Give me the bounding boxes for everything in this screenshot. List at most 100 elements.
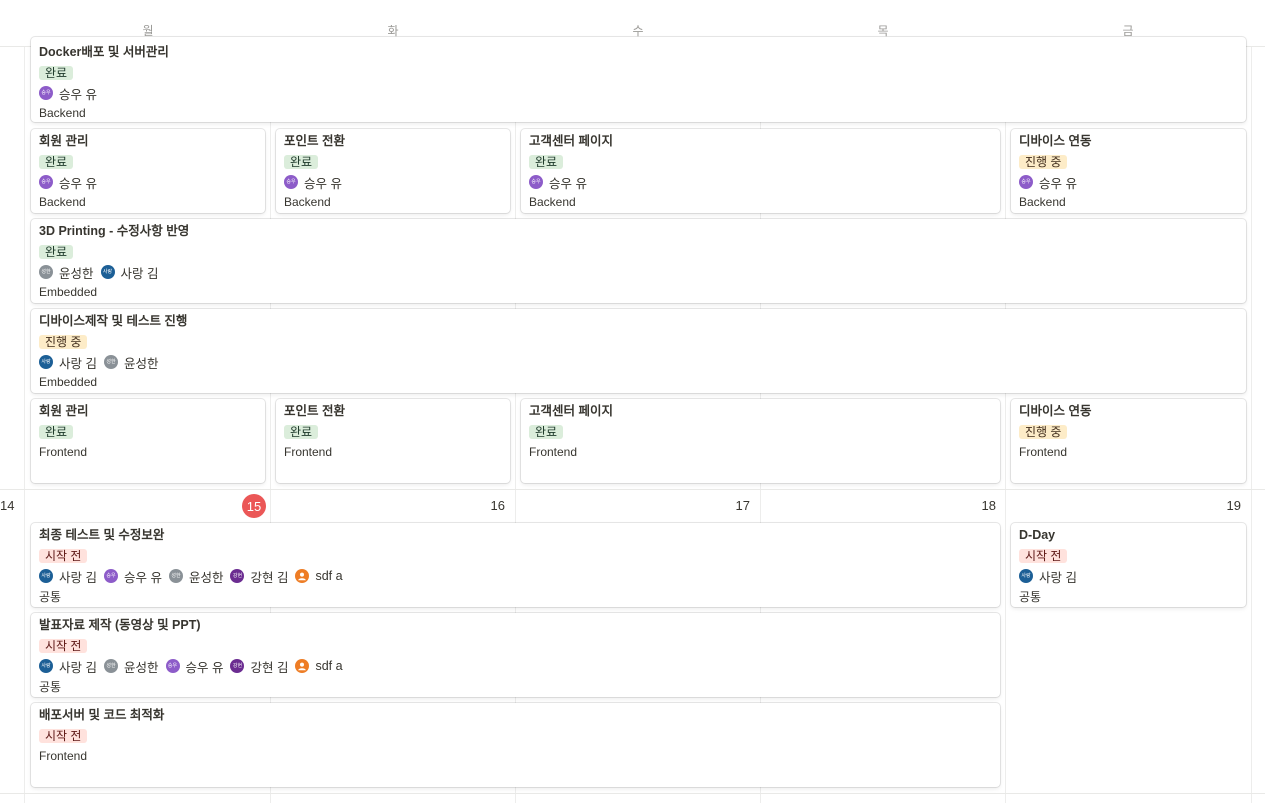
avatar: 사랑 — [100, 265, 115, 279]
category-label: Backend — [284, 195, 331, 209]
assignee-name: 강현 김 — [250, 570, 289, 585]
assignee-name: 승우 유 — [1039, 176, 1077, 191]
assignee: 성한 윤성한 — [39, 263, 94, 282]
status-badge: 완료 — [529, 155, 564, 169]
event-title: 고객센터 페이지 — [529, 134, 613, 148]
grid-line — [24, 47, 25, 803]
event-title: 3D Printing - 수정사항 반영 — [39, 224, 190, 238]
event-title: D-Day — [1019, 528, 1056, 542]
event-title: 디바이스 연동 — [1019, 134, 1092, 148]
avatar: 성한 — [39, 265, 53, 279]
assignee: 성한 윤성한 — [168, 567, 224, 586]
assignee: 사랑 사랑 김 — [100, 263, 159, 282]
assignee: 성한 윤성한 — [103, 657, 159, 676]
assignee: 승우 승우 유 — [529, 173, 587, 192]
status-badge: 완료 — [39, 245, 74, 259]
assignee: 승우 승우 유 — [39, 84, 97, 103]
assignee: 승우 승우 유 — [165, 657, 224, 676]
assignee-name: 윤성한 — [59, 266, 94, 281]
assignee-name: 승우 유 — [59, 176, 97, 191]
assignee-name: 승우 유 — [185, 660, 224, 675]
category-label: Frontend — [529, 445, 578, 459]
assignee-name: 승우 유 — [304, 176, 342, 191]
status-badge: 완료 — [529, 425, 564, 439]
user-icon — [295, 659, 310, 673]
assignee-name: 승우 유 — [59, 87, 97, 102]
status-badge: 완료 — [39, 155, 74, 169]
status-badge: 완료 — [39, 425, 74, 439]
user-icon — [295, 569, 310, 583]
event-card[interactable]: 배포서버 및 코드 최적화 시작 전 Frontend — [31, 703, 1000, 787]
category-label: Backend — [529, 195, 576, 209]
category-label: Backend — [39, 195, 86, 209]
assignee: 사랑 사랑 김 — [1019, 567, 1077, 586]
event-title: 배포서버 및 코드 최적화 — [39, 708, 165, 722]
status-badge: 완료 — [284, 425, 319, 439]
assignee-name: 사랑 김 — [120, 266, 159, 281]
event-card[interactable]: 회원 관리 완료 승우 승우 유 Backend — [31, 129, 265, 213]
event-title: 포인트 전환 — [284, 134, 345, 148]
avatar: 성한 — [103, 659, 118, 673]
date-number[interactable]: 17 — [720, 498, 750, 513]
event-card[interactable]: 회원 관리 완료 Frontend — [31, 399, 265, 483]
avatar: 승우 — [284, 175, 298, 189]
assignee-name: 윤성한 — [188, 570, 224, 585]
avatar: 강현 — [230, 659, 245, 673]
assignee: 강현 강현 김 — [230, 657, 288, 676]
event-card[interactable]: 포인트 전환 완료 Frontend — [276, 399, 510, 483]
status-badge: 진행 중 — [1019, 425, 1068, 439]
category-label: Frontend — [284, 445, 333, 459]
assignee-name: sdf a — [315, 569, 343, 583]
category-label: Backend — [39, 106, 86, 120]
status-badge: 시작 전 — [39, 639, 88, 653]
category-label: 공통 — [39, 589, 62, 604]
event-card[interactable]: 고객센터 페이지 완료 승우 승우 유 Backend — [521, 129, 1000, 213]
category-label: Embedded — [39, 375, 98, 389]
avatar: 성한 — [168, 569, 183, 583]
category-label: Frontend — [39, 445, 88, 459]
assignee: 승우 승우 유 — [103, 567, 162, 586]
assignee-name: 사랑 김 — [59, 660, 97, 675]
category-label: Frontend — [39, 749, 88, 763]
assignee: 승우 승우 유 — [284, 173, 342, 192]
event-card[interactable]: 고객센터 페이지 완료 Frontend — [521, 399, 1000, 483]
avatar: 강현 — [230, 569, 245, 583]
assignee: 사랑 사랑 김 — [39, 353, 97, 372]
avatar: 승우 — [39, 86, 53, 100]
date-number[interactable]: 16 — [475, 498, 505, 513]
avatar: 승우 — [1019, 175, 1033, 189]
date-number[interactable]: 18 — [966, 498, 996, 513]
assignee-name: 사랑 김 — [1039, 570, 1077, 585]
today-date[interactable]: 15 — [242, 494, 266, 518]
event-card[interactable]: 포인트 전환 완료 승우 승우 유 Backend — [276, 129, 510, 213]
assignee: 승우 승우 유 — [39, 173, 97, 192]
event-card[interactable]: 최종 테스트 및 수정보완 시작 전 사랑 사랑 김 승우 승우 유 성한 윤성한 강… — [31, 523, 1000, 607]
assignee-name: 승우 유 — [123, 570, 162, 585]
assignee-name: 사랑 김 — [59, 570, 97, 585]
event-title: 회원 관리 — [39, 404, 89, 418]
avatar: 사랑 — [39, 569, 53, 583]
avatar: 승우 — [529, 175, 543, 189]
avatar: 사랑 — [39, 659, 53, 673]
grid-line — [1251, 47, 1252, 803]
category-label: Backend — [1019, 195, 1066, 209]
avatar: 승우 — [103, 569, 118, 583]
event-card[interactable]: 발표자료 제작 (동영상 및 PPT) 시작 전 사랑 사랑 김 성한 윤성한 승우… — [31, 613, 1000, 697]
assignee: sdf a — [295, 569, 343, 583]
status-badge: 진행 중 — [1019, 155, 1068, 169]
event-card[interactable]: Docker배포 및 서버관리 완료 승우 승우 유 Backend — [31, 37, 1246, 122]
event-card[interactable]: D-Day 시작 전 사랑 사랑 김 공통 — [1011, 523, 1246, 607]
assignee: 승우 승우 유 — [1019, 173, 1077, 192]
status-badge: 시작 전 — [1019, 549, 1068, 563]
category-label: Embedded — [39, 285, 98, 299]
event-title: 발표자료 제작 (동영상 및 PPT) — [39, 618, 201, 632]
event-title: 디바이스제작 및 테스트 진행 — [39, 314, 188, 328]
status-badge: 시작 전 — [39, 549, 88, 563]
event-card[interactable]: 3D Printing - 수정사항 반영 완료 성한 윤성한 사랑 사랑 김 Em… — [31, 219, 1246, 303]
event-card[interactable]: 디바이스 연동 진행 중 Frontend — [1011, 399, 1246, 483]
week-divider — [0, 793, 1265, 794]
date-number[interactable]: 19 — [1211, 498, 1241, 513]
assignee: sdf a — [295, 659, 343, 673]
event-card[interactable]: 디바이스제작 및 테스트 진행 진행 중 사랑 사랑 김 성한 윤성한 Embedd… — [31, 309, 1246, 393]
event-card[interactable]: 디바이스 연동 진행 중 승우 승우 유 Backend — [1011, 129, 1246, 213]
